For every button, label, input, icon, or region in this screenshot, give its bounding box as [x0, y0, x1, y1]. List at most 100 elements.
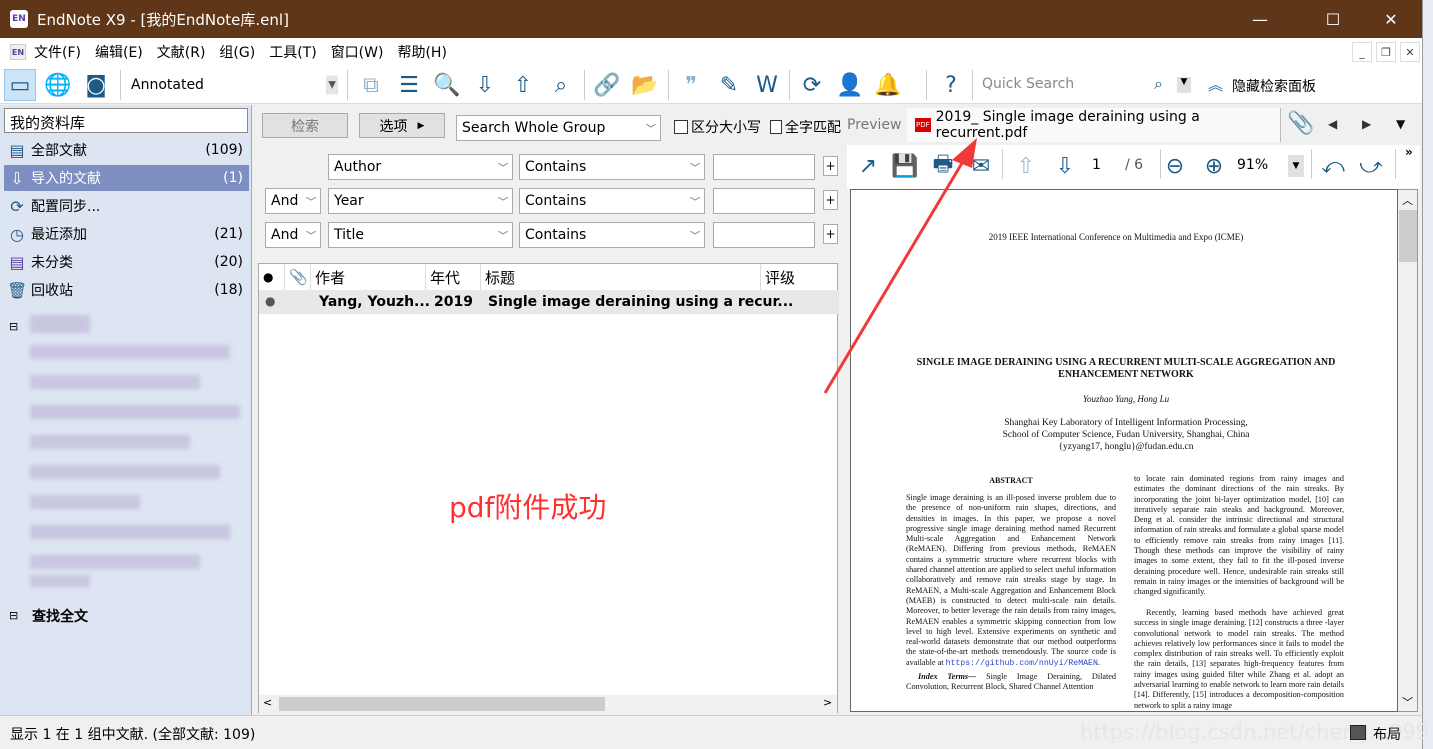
menu-window[interactable]: 窗口(W)	[331, 42, 384, 62]
group-configure-sync[interactable]: ⟳ 配置同步...	[4, 193, 249, 219]
horizontal-scrollbar[interactable]: < >	[259, 695, 837, 713]
search-operator-select-3[interactable]: Contains ﹀	[519, 222, 705, 248]
share-icon[interactable]: 👤	[834, 69, 866, 101]
group-recently-added[interactable]: ◷ 最近添加 (21)	[4, 221, 249, 247]
minimize-button[interactable]: —	[1237, 0, 1283, 38]
attachment-column-icon[interactable]: 📎	[285, 264, 311, 290]
chevron-up-icon[interactable]: ︽	[1208, 74, 1223, 95]
tab-pdf[interactable]: PDF 2019_ Single image deraining using a …	[907, 108, 1281, 142]
local-library-mode-icon[interactable]: ▭	[4, 69, 36, 101]
import-icon[interactable]: ⇩	[469, 69, 501, 101]
search-operator-select-1[interactable]: Contains ﹀	[519, 154, 705, 180]
search-button[interactable]: 检索	[262, 113, 348, 138]
save-icon[interactable]: 💾	[889, 150, 921, 182]
match-case-checkbox[interactable]: 区分大小写	[674, 117, 761, 137]
group-unfiled[interactable]: ▤ 未分类 (20)	[4, 249, 249, 275]
export-icon[interactable]: ⇧	[507, 69, 539, 101]
zoom-out-icon[interactable]: ⊖	[1159, 150, 1191, 182]
open-external-icon[interactable]: ↗	[852, 150, 884, 182]
more-tools-icon[interactable]: »	[1405, 145, 1413, 159]
email-icon[interactable]: ✉	[965, 150, 997, 182]
find-full-text-group[interactable]: 查找全文	[32, 606, 88, 626]
print-icon[interactable]: 🖶	[927, 150, 959, 182]
add-search-row-button[interactable]: +	[823, 224, 838, 244]
match-words-checkbox[interactable]: 全字匹配	[770, 117, 841, 137]
integrated-library-mode-icon[interactable]: ◙	[80, 69, 112, 101]
search-icon[interactable]: ⌕	[1154, 74, 1163, 94]
doc-minimize-button[interactable]: _	[1352, 42, 1372, 62]
online-search-icon[interactable]: 🔍	[431, 69, 463, 101]
menu-tools[interactable]: 工具(T)	[269, 42, 316, 62]
doc-close-button[interactable]: ✕	[1400, 42, 1420, 62]
column-title[interactable]: 标题	[481, 264, 761, 290]
boolean-select-2[interactable]: And ﹀	[265, 188, 321, 214]
open-file-icon[interactable]: 📂	[629, 69, 661, 101]
page-up-icon[interactable]: ⇧	[1010, 150, 1042, 182]
options-button[interactable]: 选项 ▶	[359, 113, 445, 138]
zoom-in-icon[interactable]: ⊕	[1198, 150, 1230, 182]
page-number-input[interactable]: 1	[1092, 157, 1101, 173]
output-style-select[interactable]: Annotated ▼	[126, 72, 342, 98]
menu-references[interactable]: 文献(R)	[157, 42, 206, 62]
menu-edit[interactable]: 编辑(E)	[95, 42, 143, 62]
open-link-icon[interactable]: 🔗	[591, 69, 623, 101]
new-reference-icon[interactable]: ☰	[393, 69, 425, 101]
group-trash[interactable]: 🗑 回收站 (18)	[4, 277, 249, 303]
online-search-mode-icon[interactable]: 🌐	[42, 69, 74, 101]
zoom-level[interactable]: 91%	[1237, 157, 1268, 173]
library-name[interactable]: 我的资料库	[4, 108, 248, 133]
format-bibliography-icon[interactable]: ✎	[713, 69, 745, 101]
column-rating[interactable]: 评级	[761, 264, 839, 290]
search-value-input-3[interactable]	[713, 222, 815, 248]
group-all-references[interactable]: ▤ 全部文献 (109)	[4, 137, 249, 163]
doc-restore-button[interactable]: ❐	[1376, 42, 1396, 62]
paperclip-icon[interactable]: 📎	[1287, 111, 1314, 136]
previous-attachment-icon[interactable]: ◀	[1328, 117, 1337, 131]
column-year[interactable]: 年代	[426, 264, 481, 290]
table-row[interactable]: ● Yang, Youzh... 2019 Single image derai…	[259, 290, 839, 314]
close-button[interactable]: ✕	[1368, 0, 1414, 38]
menu-dropdown-icon[interactable]: ▼	[1396, 117, 1405, 131]
search-field-select-2[interactable]: Year ﹀	[328, 188, 513, 214]
sync-icon[interactable]: ⟳	[796, 69, 828, 101]
collapse-icon[interactable]: ⊟	[9, 609, 18, 622]
add-search-row-button[interactable]: +	[823, 190, 838, 210]
menu-help[interactable]: 帮助(H)	[397, 42, 446, 62]
search-field-select-3[interactable]: Title ﹀	[328, 222, 513, 248]
page-down-icon[interactable]: ⇩	[1049, 150, 1081, 182]
zoom-dropdown[interactable]: ▼	[1288, 155, 1304, 177]
search-scope-select[interactable]: Search Whole Group ﹀	[456, 115, 661, 141]
word-icon[interactable]: W	[751, 69, 783, 101]
next-attachment-icon[interactable]: ▶	[1362, 117, 1371, 131]
add-search-row-button[interactable]: +	[823, 156, 838, 176]
read-status-column-icon[interactable]: ●	[259, 264, 285, 290]
menu-file[interactable]: 文件(F)	[34, 42, 81, 62]
pdf-email: {yzyang17, honglu}@fudan.edu.cn	[1058, 442, 1194, 452]
activity-icon[interactable]: 🔔	[872, 69, 904, 101]
search-field-select-1[interactable]: Author ﹀	[328, 154, 513, 180]
rotate-left-icon[interactable]: ⤺	[1317, 150, 1349, 182]
collapse-icon[interactable]: ⊟	[9, 320, 18, 333]
vertical-scrollbar[interactable]: ︿ ﹀	[1398, 189, 1418, 712]
layout-button[interactable]: 布局	[1373, 724, 1401, 744]
layout-icon[interactable]	[1350, 725, 1366, 740]
help-icon[interactable]: ?	[935, 69, 967, 101]
tab-preview[interactable]: Preview	[847, 117, 902, 133]
app-menu-icon[interactable]: EN	[10, 44, 26, 60]
insert-citation-icon[interactable]: ❞	[675, 69, 707, 101]
quick-search-input[interactable]: Quick Search	[982, 76, 1074, 92]
menu-groups[interactable]: 组(G)	[219, 42, 255, 62]
group-imported-references[interactable]: ⇩ 导入的文献 (1)	[4, 165, 249, 191]
group-label: 最近添加	[31, 227, 87, 243]
maximize-button[interactable]: ☐	[1310, 0, 1356, 38]
column-author[interactable]: 作者	[311, 264, 426, 290]
hide-search-panel-button[interactable]: 隐藏检索面板	[1232, 76, 1316, 96]
search-value-input-1[interactable]	[713, 154, 815, 180]
search-options-dropdown[interactable]: ▼	[1177, 77, 1191, 93]
search-value-input-2[interactable]	[713, 188, 815, 214]
copy-formatted-icon[interactable]: ⧉	[355, 69, 387, 101]
search-operator-select-2[interactable]: Contains ﹀	[519, 188, 705, 214]
find-full-text-icon[interactable]: ⌕	[545, 69, 577, 101]
boolean-select-3[interactable]: And ﹀	[265, 222, 321, 248]
rotate-right-icon[interactable]: ⤻	[1355, 150, 1387, 182]
